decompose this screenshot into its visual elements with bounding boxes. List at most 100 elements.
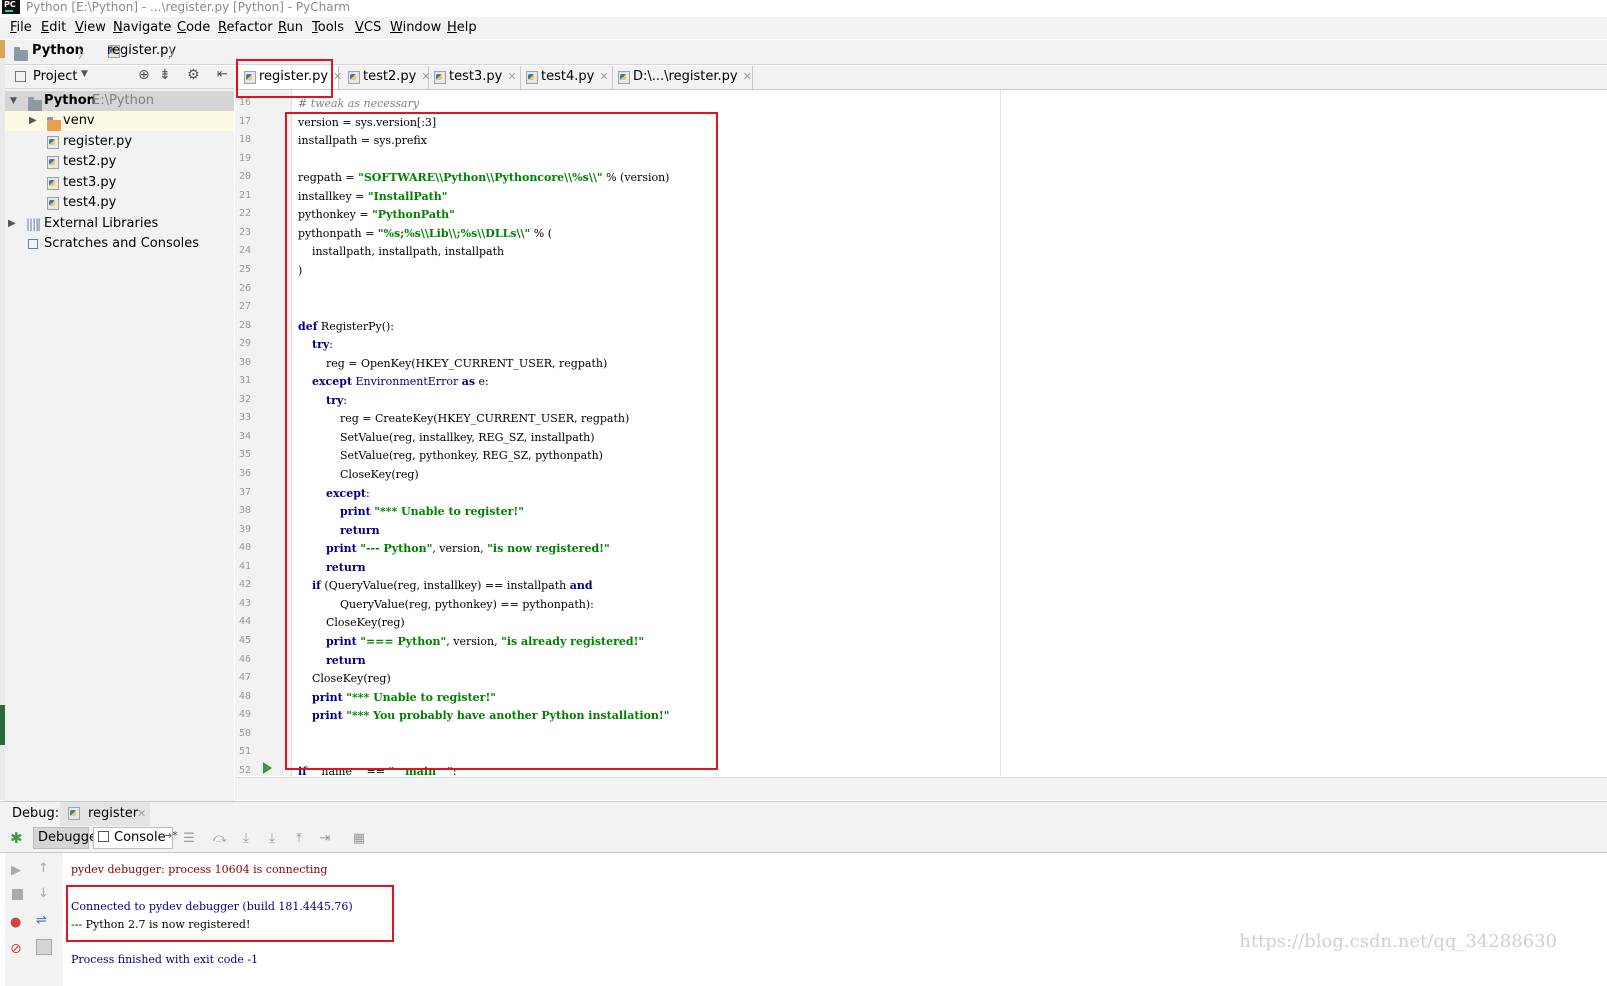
up-arrow-icon[interactable]: ↑: [38, 861, 49, 876]
line-number: 25: [238, 263, 251, 275]
step-into-icon[interactable]: ⤓: [239, 832, 253, 846]
tab-d-register-py[interactable]: D:\...\register.py ✕: [613, 66, 753, 89]
python-file-icon: [618, 71, 630, 84]
line-number: 47: [238, 672, 251, 684]
line-number: 31: [238, 375, 251, 387]
line-number: 30: [238, 356, 251, 368]
chevron-right-icon[interactable]: ▶: [29, 111, 37, 131]
line-number: 19: [238, 152, 251, 164]
annotation-box-code: [285, 112, 718, 770]
breadcrumb-project[interactable]: Python: [32, 43, 84, 58]
debug-toolbar: ✱ Debugger Console →* ☰ ⤼ ⤓ ⤓ ⤒ ⇥ ▦: [0, 826, 1607, 853]
menu-navigate[interactable]: Navigate: [113, 20, 171, 35]
run-gutter-icon[interactable]: [263, 762, 272, 774]
project-view-selector[interactable]: Project: [33, 69, 77, 84]
menu-help[interactable]: Help: [447, 20, 477, 35]
tree-item-venv[interactable]: ▶ venv: [5, 111, 234, 131]
tab-test3-py[interactable]: test3.py ✕: [429, 66, 521, 89]
line-number: 27: [238, 301, 251, 313]
close-icon[interactable]: ✕: [743, 70, 752, 83]
tab-test4-py[interactable]: test4.py ✕: [521, 66, 613, 89]
debug-panel-header: Debug: register ✕: [0, 801, 1607, 826]
soft-wrap-icon[interactable]: ⇌: [36, 913, 47, 928]
evaluate-expression-icon[interactable]: ▦: [352, 832, 366, 846]
tree-item-label: test4.py: [63, 195, 117, 210]
tree-root-python[interactable]: ▼ Python E:\Python: [5, 91, 234, 111]
close-icon[interactable]: ✕: [333, 70, 342, 83]
close-icon[interactable]: ✕: [507, 70, 516, 83]
tree-item-test4-py[interactable]: test4.py: [5, 193, 234, 213]
menu-code[interactable]: Code: [177, 20, 210, 35]
tab-label: test2.py: [363, 69, 417, 84]
line-number: 26: [238, 282, 251, 294]
python-file-icon: [526, 71, 538, 84]
stop-icon[interactable]: [12, 889, 23, 900]
scroll-to-end-icon[interactable]: [36, 939, 52, 955]
tab-test2-py[interactable]: test2.py ✕: [343, 66, 431, 89]
pycharm-app-icon: PC: [2, 0, 20, 14]
line-number: 28: [238, 319, 251, 331]
step-over-icon[interactable]: ⤼: [213, 832, 227, 846]
resume-icon[interactable]: ▶: [11, 863, 21, 878]
python-file-icon: [68, 807, 80, 820]
editor-gutter: 16 17 18 19 20 21 22 23 24 25 26 27 28 29 30 31 32 33 34 35…: [235, 90, 292, 776]
tree-root-label: Python: [44, 93, 96, 108]
line-number: 23: [238, 226, 251, 238]
debug-session-label: register: [88, 806, 139, 821]
pin-icon[interactable]: →*: [163, 829, 178, 842]
menu-refactor[interactable]: Refactor: [218, 20, 273, 35]
menu-window[interactable]: Window: [390, 20, 441, 35]
line-number: 33: [238, 412, 251, 424]
view-breakpoints-icon[interactable]: ●: [10, 915, 21, 930]
run-to-cursor-icon[interactable]: ⇥: [318, 832, 332, 846]
line-number: 42: [238, 579, 251, 591]
menu-edit[interactable]: Edit: [41, 20, 66, 35]
line-number: 46: [238, 653, 251, 665]
editor-tab-bar: register.py ✕ test2.py ✕ test3.py ✕ test4.p…: [235, 66, 1607, 90]
library-icon: |||‖: [26, 217, 41, 231]
step-out-icon[interactable]: ⤒: [292, 832, 306, 846]
menu-view[interactable]: View: [75, 20, 106, 35]
menu-vcs[interactable]: VCS: [355, 20, 381, 35]
menu-file[interactable]: File: [10, 20, 32, 35]
line-number: 52: [238, 764, 251, 776]
chevron-down-icon[interactable]: ▼: [81, 69, 88, 79]
code-token: # tweak as necessary: [298, 97, 420, 110]
close-icon[interactable]: ✕: [599, 70, 608, 83]
step-into-my-code-icon[interactable]: ⤓: [265, 832, 279, 846]
menu-run[interactable]: Run: [278, 20, 303, 35]
chevron-down-icon[interactable]: ▼: [10, 91, 17, 111]
horizontal-scrollbar[interactable]: [235, 777, 1607, 800]
line-number: 35: [238, 449, 251, 461]
mute-breakpoints-icon[interactable]: ⊘: [10, 941, 22, 957]
breadcrumb-file[interactable]: register.py: [107, 43, 176, 58]
line-number: 29: [238, 338, 251, 350]
window-title: Python [E:\Python] - ...\register.py [Py…: [26, 0, 351, 14]
breadcrumb-separator: 〉: [168, 47, 182, 62]
hide-panel-icon[interactable]: ⇤: [217, 67, 228, 82]
show-execution-point-icon[interactable]: ☰: [182, 832, 196, 846]
line-number: 24: [238, 245, 251, 257]
menu-tools[interactable]: Tools: [312, 20, 344, 35]
tree-item-external-libraries[interactable]: ▶ |||‖ External Libraries: [5, 214, 234, 234]
down-arrow-icon[interactable]: ↓: [38, 886, 49, 901]
tree-item-test2-py[interactable]: test2.py: [5, 152, 234, 172]
tree-item-test3-py[interactable]: test3.py: [5, 173, 234, 193]
project-tree: ▼ Python E:\Python ▶ venv register.py te…: [5, 89, 234, 801]
close-icon[interactable]: ✕: [137, 807, 146, 820]
line-number: 20: [238, 171, 251, 183]
scratches-icon: [28, 239, 38, 249]
line-number: 18: [238, 134, 251, 146]
line-number: 44: [238, 616, 251, 628]
locate-file-icon[interactable]: ⊕: [138, 67, 150, 83]
tree-item-scratches[interactable]: Scratches and Consoles: [5, 234, 234, 254]
console-icon: [98, 831, 109, 842]
project-panel-header: Project ▼ ⊕ ⇟ ⚙ ⇤: [5, 66, 234, 89]
gear-icon[interactable]: ⚙: [187, 67, 200, 83]
collapse-all-icon[interactable]: ⇟: [159, 67, 171, 83]
chevron-right-icon[interactable]: ▶: [8, 214, 16, 234]
tree-root-path: E:\Python: [92, 93, 155, 108]
line-number: 51: [238, 746, 251, 758]
line-number: 38: [238, 505, 251, 517]
tree-item-register-py[interactable]: register.py: [5, 132, 234, 152]
